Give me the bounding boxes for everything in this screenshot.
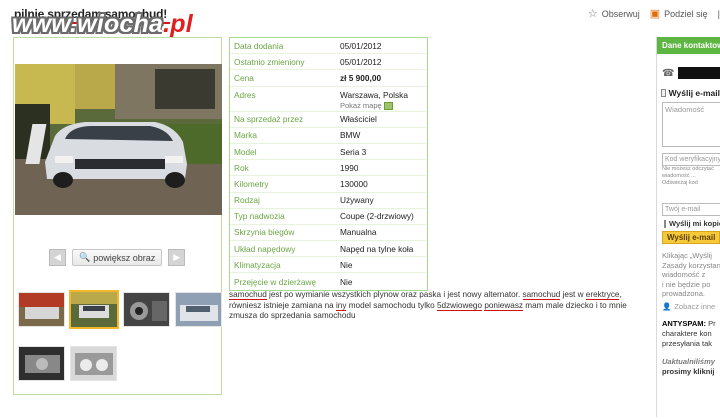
- thumbnail-active[interactable]: [69, 290, 119, 329]
- message-input[interactable]: Wiadomość: [662, 102, 720, 147]
- thumbnail[interactable]: [18, 292, 65, 327]
- car-details-table: Data dodania 05/01/2012 Ostatnio zmienion…: [229, 37, 428, 291]
- terms-text: Klikając „Wyślij Zasady korzystania wiad…: [662, 251, 720, 298]
- contact-sidebar: Dane kontaktowe ☎ Wyślij e-mail Wiadomoś…: [656, 37, 720, 417]
- detail-row-ac: Klimatyzacja Nie: [230, 257, 427, 274]
- redacted-phone: [678, 67, 720, 79]
- detail-row-year: Rok 1990: [230, 160, 427, 177]
- top-actions: ☆ Obserwuj ▣ Podziel się |: [588, 7, 720, 20]
- star-icon: ☆: [587, 8, 598, 20]
- detail-row-date-added: Data dodania 05/01/2012: [230, 38, 427, 55]
- share-button[interactable]: ▣ Podziel się: [650, 7, 708, 20]
- main-car-photo[interactable]: [15, 64, 222, 215]
- detail-row-price: Cena zł 5 900,00: [230, 70, 427, 87]
- thumbnail[interactable]: [123, 292, 170, 327]
- next-photo-button[interactable]: ▶: [168, 249, 186, 266]
- photo-gallery: ◀ 🔍 powiększ obraz ▶: [13, 37, 222, 395]
- gallery-controls: ◀ 🔍 powiększ obraz ▶: [49, 249, 186, 266]
- update-note: Uaktualniliśmy prosimy kliknij: [662, 356, 715, 376]
- thumbnail[interactable]: [18, 346, 65, 381]
- phone-row: ☎: [657, 67, 720, 79]
- detail-row-make: Marka BMW: [230, 128, 427, 144]
- share-icon: ▣: [649, 8, 661, 20]
- thumbnail[interactable]: [70, 346, 117, 381]
- chevron-right-icon: ▶: [173, 252, 181, 262]
- person-icon: 👤: [662, 301, 672, 311]
- detail-row-body-type: Typ nadwozia Coupe (2-drzwiowy): [230, 209, 427, 225]
- send-copy-checkbox[interactable]: Wyślij mi kopię: [657, 219, 720, 228]
- verification-code-input[interactable]: Kod weryfikacyjny: [662, 153, 720, 166]
- code-note-2: wiadomość ...: [662, 173, 696, 179]
- detail-row-lease: Przejęcie w dzierżawę Nie: [234, 276, 353, 287]
- detail-row-drivetrain: Układ napędowy Napęd na tylne koła: [230, 241, 427, 258]
- chevron-left-icon: ◀: [54, 252, 61, 262]
- detail-row-model: Model Seria 3: [230, 144, 427, 161]
- listing-description: samochud jest po wymianie wszystkich ply…: [229, 290, 627, 321]
- send-email-button[interactable]: Wyślij e-mail: [662, 231, 720, 244]
- detail-row-address: Adres Warszawa, Polska Pokaż mapę: [230, 87, 427, 112]
- contact-header: Dane kontaktowe: [657, 37, 720, 54]
- zoom-image-button[interactable]: 🔍 powiększ obraz: [72, 249, 163, 266]
- follow-button[interactable]: ☆ Obserwuj: [588, 7, 640, 20]
- see-other-link[interactable]: 👤 Zobacz inne: [657, 302, 720, 311]
- checkbox-icon: [661, 89, 666, 97]
- email-input[interactable]: Twój e-mail: [662, 203, 720, 216]
- detail-row-gearbox: Skrzynia biegów Manualna: [230, 225, 427, 242]
- detail-row-condition: Rodzaj Używany: [230, 193, 427, 209]
- detail-row-mileage: Kilometry 130000: [230, 176, 427, 193]
- send-email-title: Wyślij e-mail: [657, 88, 720, 98]
- map-icon: [383, 101, 393, 110]
- thumbnail[interactable]: [175, 292, 222, 327]
- detail-row-seller: Na sprzedaż przez Właściciel: [230, 112, 427, 128]
- code-note: Nie możesz odczytać: [662, 166, 714, 172]
- phone-icon: ☎: [662, 67, 675, 79]
- antispam-note: ANTYSPAM: Pr charaktere kon przesyłania …: [662, 318, 716, 348]
- refresh-code-link[interactable]: Odświeżaj kod: [657, 180, 720, 187]
- watermark-logo: www.wiocha.pl: [12, 10, 193, 38]
- magnifier-icon: 🔍: [79, 252, 91, 262]
- prev-photo-button[interactable]: ◀: [49, 249, 66, 266]
- checkbox-icon: [664, 219, 666, 228]
- detail-row-last-modified: Ostatnio zmieniony 05/01/2012: [230, 54, 427, 71]
- show-map-link[interactable]: Pokaż mapę: [340, 101, 427, 110]
